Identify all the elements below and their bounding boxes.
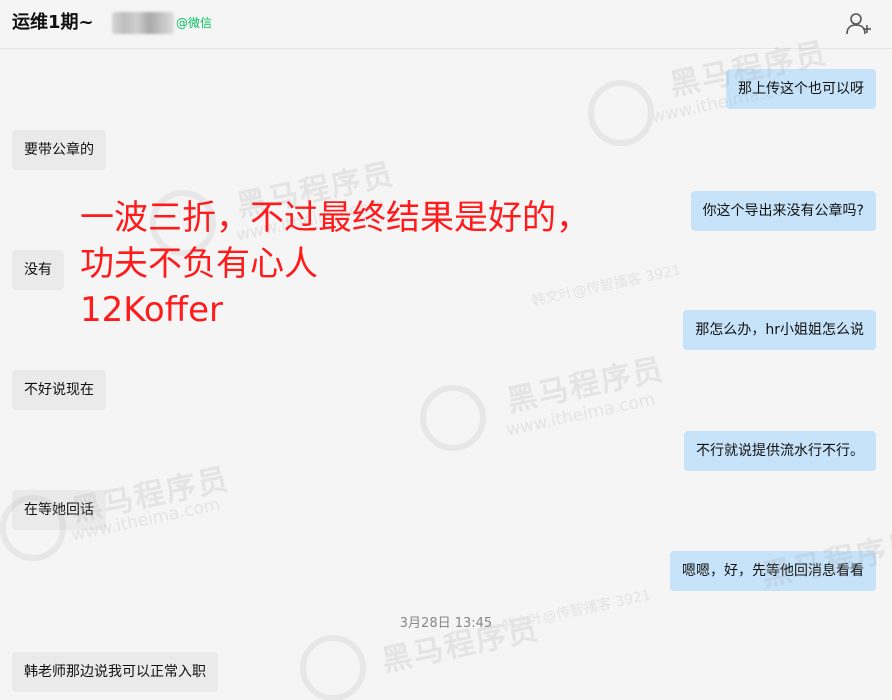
wechat-source-label: @微信 xyxy=(176,16,213,30)
message-bubble[interactable]: 不行就说提供流水行不行。 xyxy=(684,431,876,471)
blurred-contact-name xyxy=(112,12,174,34)
message-bubble[interactable]: 你这个导出来没有公章吗? xyxy=(690,191,876,231)
chat-window: 运维1期~ @微信 那上传这个也可以呀 要带公章的 你这个导出来没有公章吗? 没… xyxy=(0,0,892,700)
message-bubble[interactable]: 不好说现在 xyxy=(12,370,106,410)
message-bubble[interactable]: 在等她回话 xyxy=(12,490,106,530)
add-person-icon[interactable] xyxy=(846,12,872,36)
message-list[interactable]: 那上传这个也可以呀 要带公章的 你这个导出来没有公章吗? 没有 那怎么办，hr小… xyxy=(0,49,892,700)
message-bubble[interactable]: 没有 xyxy=(12,250,64,290)
chat-title: 运维1期~ xyxy=(12,12,94,33)
message-bubble[interactable]: 韩老师那边说我可以正常入职 xyxy=(12,652,218,692)
message-timestamp: 3月28日 13:45 xyxy=(399,616,493,631)
message-bubble[interactable]: 那上传这个也可以呀 xyxy=(726,69,876,109)
message-bubble[interactable]: 那怎么办，hr小姐姐怎么说 xyxy=(683,310,876,350)
message-bubble[interactable]: 嗯嗯，好，先等他回消息看看 xyxy=(670,551,876,591)
chat-header: 运维1期~ @微信 xyxy=(0,0,892,49)
message-bubble[interactable]: 要带公章的 xyxy=(12,130,106,170)
